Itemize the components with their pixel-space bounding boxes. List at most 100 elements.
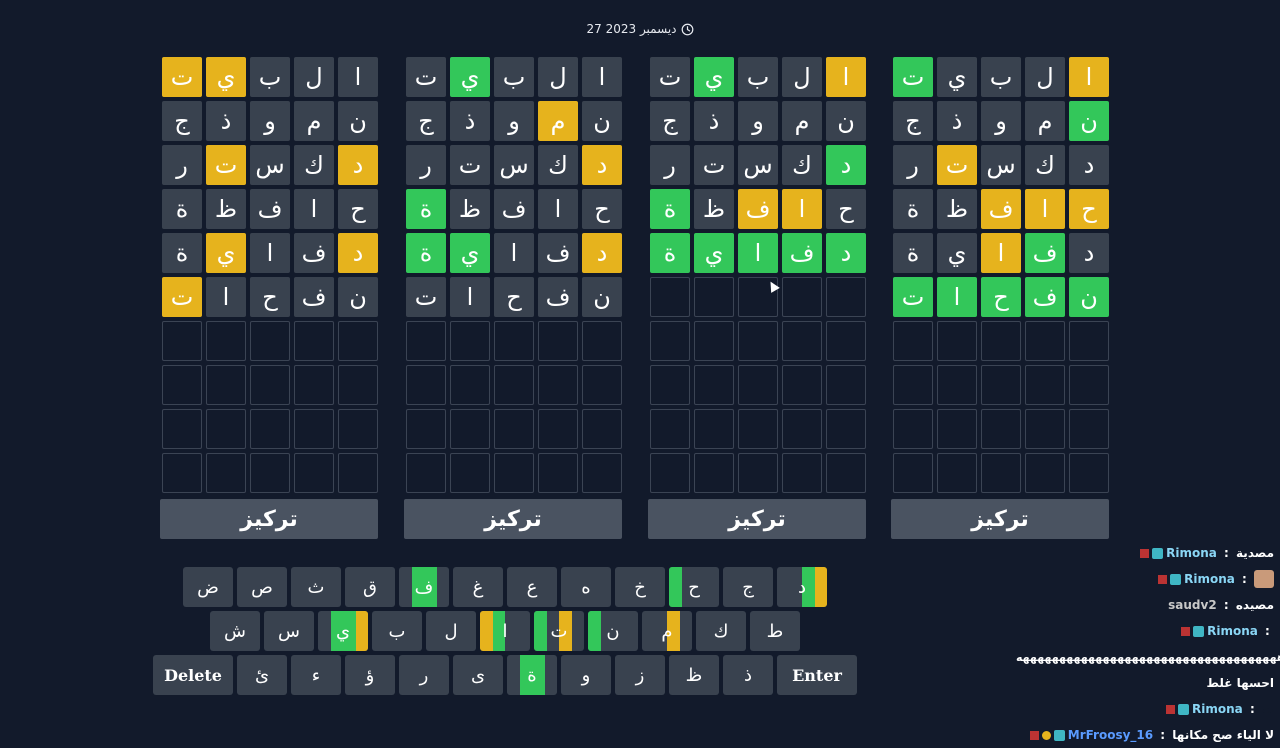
date-header: 27 ديسمبر 2023 <box>0 22 1280 36</box>
letter-key[interactable]: ع <box>507 567 557 607</box>
letter-tile <box>338 321 378 361</box>
letter-key[interactable]: و <box>561 655 611 695</box>
letter-tile: ا <box>981 233 1021 273</box>
letter-key[interactable]: ض <box>183 567 233 607</box>
letter-key[interactable]: د <box>777 567 827 607</box>
letter-tile: و <box>981 101 1021 141</box>
letter-tile <box>162 409 202 449</box>
chat-message: : Rimona <box>1010 618 1280 644</box>
letter-tile <box>1025 365 1065 405</box>
letter-key[interactable]: ط <box>750 611 800 651</box>
letter-tile: د <box>338 145 378 185</box>
chat-message: ههههههههههههههههههههههههههههههههههههه <box>1010 644 1280 670</box>
letter-tile: ا <box>826 57 866 97</box>
letter-tile: ب <box>494 57 534 97</box>
key-label: ظ <box>685 664 703 686</box>
enter-key[interactable]: Enter <box>777 655 857 695</box>
letter-key[interactable]: ؤ <box>345 655 395 695</box>
letter-tile: ا <box>250 233 290 273</box>
letter-key[interactable]: ئ <box>237 655 287 695</box>
letter-key[interactable]: س <box>264 611 314 651</box>
letter-tile <box>1025 321 1065 361</box>
letter-tile: ح <box>582 189 622 229</box>
keyboard-row2: طكمنت ا لبيسش <box>0 611 1010 651</box>
letter-tile <box>538 321 578 361</box>
letter-key[interactable]: ي <box>318 611 368 651</box>
key-label: و <box>581 664 591 686</box>
letter-key[interactable]: ن <box>588 611 638 651</box>
letter-key[interactable]: ظ <box>669 655 719 695</box>
key-label: ت <box>550 620 568 642</box>
letter-tile <box>338 365 378 405</box>
letter-tile: ي <box>450 57 490 97</box>
key-label: Delete <box>164 665 222 685</box>
letter-tile: ر <box>162 145 202 185</box>
letter-key[interactable]: ء <box>291 655 341 695</box>
letter-key[interactable]: ب <box>372 611 422 651</box>
chat-text: مصدية <box>1236 546 1274 560</box>
focus-button[interactable]: تركيز <box>160 499 378 539</box>
letter-tile: س <box>494 145 534 185</box>
board-hint-marker <box>480 611 493 651</box>
letter-tile: ظ <box>206 189 246 229</box>
letter-tile <box>694 321 734 361</box>
date-text: 27 ديسمبر 2023 <box>586 22 677 36</box>
letter-tile: ا <box>538 189 578 229</box>
letter-tile: ل <box>538 57 578 97</box>
key-label: ج <box>742 576 754 598</box>
delete-key[interactable]: Delete <box>153 655 233 695</box>
focus-button[interactable]: تركيز <box>891 499 1109 539</box>
letter-key[interactable]: ك <box>696 611 746 651</box>
letter-key[interactable]: ث <box>291 567 341 607</box>
letter-key[interactable]: غ <box>453 567 503 607</box>
letter-tile: ن <box>582 101 622 141</box>
key-label: ا <box>502 620 508 642</box>
letter-key[interactable]: ق <box>345 567 395 607</box>
letter-tile: و <box>738 101 778 141</box>
letter-key[interactable]: ف <box>399 567 449 607</box>
letter-tile: ح <box>250 277 290 317</box>
letter-key[interactable]: ر <box>399 655 449 695</box>
letter-key[interactable]: ش <box>210 611 260 651</box>
letter-tile <box>694 365 734 405</box>
letter-tile <box>782 365 822 405</box>
letter-tile: ح <box>1069 189 1109 229</box>
key-label: ل <box>444 620 458 642</box>
letter-key[interactable]: م <box>642 611 692 651</box>
letter-tile <box>893 453 933 493</box>
letter-tile: و <box>250 101 290 141</box>
letter-key[interactable]: ا <box>480 611 530 651</box>
letter-key[interactable]: ى <box>453 655 503 695</box>
chat-message: : Rimona <box>1010 566 1280 592</box>
board-hint-marker <box>534 611 547 651</box>
letter-key[interactable]: ة <box>507 655 557 695</box>
letter-key[interactable]: ز <box>615 655 665 695</box>
focus-button[interactable]: تركيز <box>404 499 622 539</box>
letter-tile <box>294 453 334 493</box>
letter-tile: د <box>1069 233 1109 273</box>
rank-badge-icon <box>1140 548 1150 558</box>
letter-tile: ب <box>981 57 1021 97</box>
letter-grid: البيتنموذجدكسترحافظةدفايةنفحات <box>404 57 622 493</box>
letter-tile: ح <box>338 189 378 229</box>
letter-key[interactable]: ص <box>237 567 287 607</box>
letter-tile: د <box>826 145 866 185</box>
letter-key[interactable]: ه <box>561 567 611 607</box>
key-label: ر <box>419 664 429 686</box>
badge-icon <box>1193 625 1205 637</box>
letter-tile <box>981 365 1021 405</box>
letter-key[interactable]: ذ <box>723 655 773 695</box>
letter-tile <box>650 277 690 317</box>
letter-tile: ت <box>893 277 933 317</box>
emote-icon <box>1254 570 1274 588</box>
letter-key[interactable]: خ <box>615 567 665 607</box>
letter-key[interactable]: ل <box>426 611 476 651</box>
focus-button[interactable]: تركيز <box>648 499 866 539</box>
letter-key[interactable]: ح <box>669 567 719 607</box>
rank-badge-icon <box>1041 730 1051 740</box>
rank-badge-icon <box>1029 730 1039 740</box>
letter-key[interactable]: ت <box>534 611 584 651</box>
letter-key[interactable]: ج <box>723 567 773 607</box>
letter-tile: ت <box>162 277 202 317</box>
quordle-board-2: ا ل ب ي ت ن م و ذ ج د ك س ت ر ح ا ف ظ ة د ف ا ي ة تركيز <box>648 57 866 539</box>
